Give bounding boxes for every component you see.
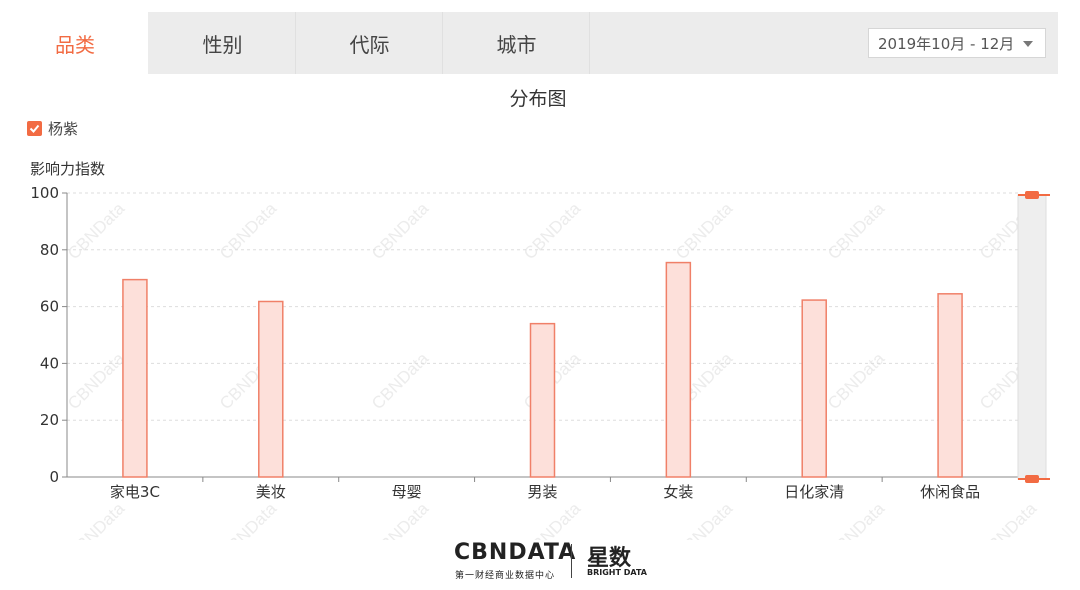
bar (258, 300, 284, 478)
y-tick-label: 40 (40, 354, 59, 372)
zoom-handle-top[interactable] (1025, 191, 1039, 199)
bar (529, 322, 556, 478)
watermark-text: CBNData (976, 499, 1041, 540)
bar (665, 261, 692, 478)
y-tick-label: 60 (40, 298, 59, 316)
bar (937, 293, 963, 478)
brightdata-logo-subtitle: BRIGHT DATA (587, 568, 647, 577)
bar (122, 278, 148, 478)
watermark-text: CBNData (824, 199, 889, 264)
x-tick-label: 母婴 (392, 483, 422, 501)
watermark-text: CBNData (672, 499, 737, 540)
y-tick-label: 0 (49, 468, 59, 486)
watermark-text: CBNData (64, 499, 129, 540)
y-tick-label: 80 (40, 241, 59, 259)
x-tick-label: 男装 (527, 483, 557, 501)
zoom-handle-bottom[interactable] (1025, 475, 1039, 483)
watermark-text: CBNData (672, 199, 737, 264)
y-tick-label: 20 (40, 411, 59, 429)
y-tick-label: 100 (30, 184, 59, 202)
watermark-text: CBNData (216, 199, 281, 264)
watermark-text: CBNData (64, 349, 129, 414)
watermark-text: CBNData (520, 499, 585, 540)
watermark-text: CBNData (368, 199, 433, 264)
zoom-slider-track (1017, 194, 1047, 480)
bar-chart: CBNData CBNData CBNData CBNData CBNData CBNDa… (30, 184, 1050, 540)
watermark-text: CBNData (824, 349, 889, 414)
watermark-text: CBNData (216, 499, 281, 540)
watermark-text: CBNData (368, 499, 433, 540)
bar (801, 299, 827, 478)
watermark-text: CBNData (64, 199, 129, 264)
x-tick-label: 女装 (663, 483, 693, 501)
x-tick-label: 家电3C (110, 483, 160, 501)
x-tick-label: 休闲食品 (920, 483, 980, 501)
x-tick-label: 日化家清 (784, 483, 844, 501)
logo-divider (571, 544, 572, 578)
watermark-text: CBNData (520, 199, 585, 264)
watermark-text: CBNData (824, 499, 889, 540)
cbndata-logo-subtitle: 第一财经商业数据中心 (455, 571, 556, 581)
cbndata-logo: CBNDATA (454, 540, 577, 565)
footer-logos: CBNDATA 第一财经商业数据中心 星数 BRIGHT DATA (0, 540, 1080, 581)
watermark-text: CBNData (368, 349, 433, 414)
x-tick-label: 美妆 (256, 483, 286, 501)
